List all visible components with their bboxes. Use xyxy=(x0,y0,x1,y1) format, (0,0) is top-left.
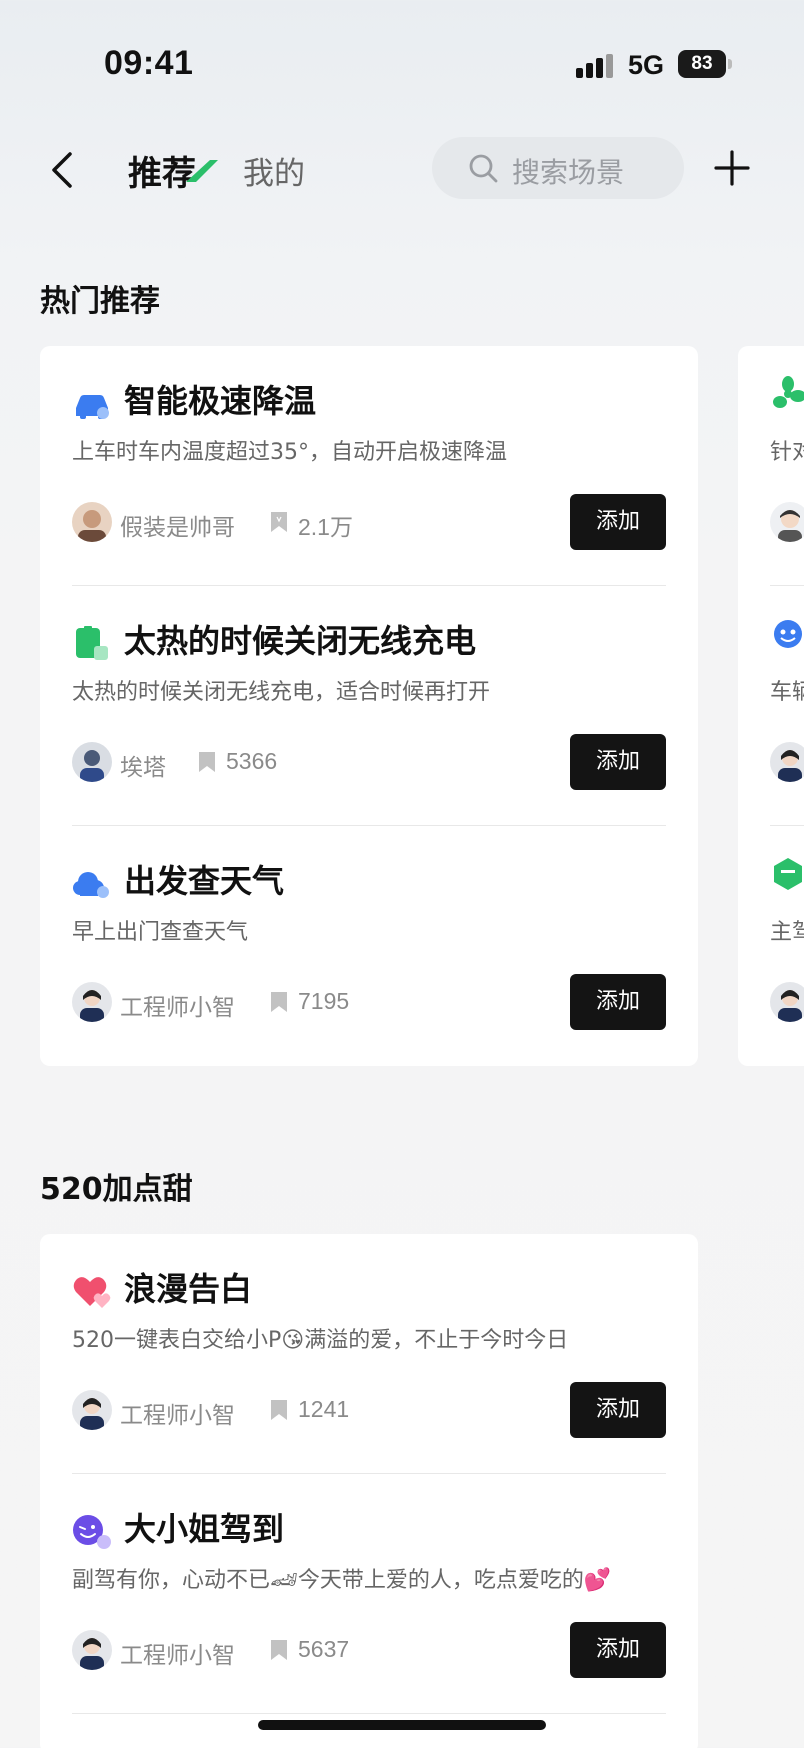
item-title: 太热的时候关闭无线充电 xyxy=(124,622,477,660)
item-title: 大小姐驾到 xyxy=(124,1510,285,1548)
status-time: 09:41 xyxy=(104,44,194,82)
fan-icon xyxy=(773,376,804,408)
bookmark-icon xyxy=(199,752,215,772)
home-indicator[interactable] xyxy=(258,1720,546,1730)
item-desc: 早上出门查查天气 xyxy=(72,920,249,945)
weather-icon xyxy=(73,872,109,898)
add-button[interactable]: 添加 xyxy=(570,494,666,550)
add-button[interactable]: 添加 xyxy=(570,1622,666,1678)
bookmark-count: 7195 xyxy=(298,988,350,1014)
cellular-signal-icon xyxy=(576,54,613,78)
author-name: 工程师小智 xyxy=(120,995,235,1021)
list-item[interactable]: 太热的时候关闭无线充电 太热的时候关闭无线充电，适合时候再打开 埃塔 5366 … xyxy=(72,586,666,826)
search-placeholder: 搜索场景 xyxy=(512,156,625,189)
avatar xyxy=(770,982,804,1022)
item-desc: 副驾有你，心动不已🏎今天带上爱的人，吃点爱吃的💕 xyxy=(72,1568,612,1593)
robot-icon xyxy=(774,620,802,648)
tab-active-indicator xyxy=(186,160,218,182)
bookmark-icon xyxy=(271,1640,287,1660)
back-icon[interactable] xyxy=(48,150,78,190)
wink-face-icon xyxy=(73,1515,111,1549)
list-item[interactable]: 出发查天气 早上出门查查天气 工程师小智 7195 添加 xyxy=(72,826,666,1066)
wireless-charge-icon xyxy=(76,626,108,660)
avatar xyxy=(72,1630,112,1670)
search-icon xyxy=(469,154,498,183)
add-button[interactable]: 添加 xyxy=(570,1382,666,1438)
battery-icon: 83 xyxy=(678,50,732,80)
item-title: 浪漫告白 xyxy=(124,1270,253,1308)
list-item[interactable]: 智能极速降温 上车时车内温度超过35°，自动开启极速降温 假装是帅哥 2.1万 … xyxy=(72,346,666,586)
next-card-preview[interactable]: 针对 车辆 主驾 xyxy=(738,346,804,1066)
bookmark-count: 1241 xyxy=(298,1396,350,1422)
battery-level: 83 xyxy=(678,50,726,78)
avatar xyxy=(72,982,112,1022)
hearts-icon xyxy=(73,1277,111,1308)
author-name: 工程师小智 xyxy=(120,1643,235,1669)
bookmark-count: 5366 xyxy=(226,748,278,774)
item-desc: 太热的时候关闭无线充电，适合时候再打开 xyxy=(72,680,491,705)
item-title: 出发查天气 xyxy=(124,862,285,900)
bookmark-icon xyxy=(271,992,287,1012)
tab-mine[interactable]: 我的 xyxy=(243,148,305,193)
item-desc: 520一键表白交给小P😘满溢的爱，不止于今时今日 xyxy=(72,1328,569,1353)
section-title-520: 520加点甜 xyxy=(40,1172,193,1207)
author-name: 埃塔 xyxy=(120,755,166,781)
seat-icon xyxy=(774,858,802,890)
bookmark-count: 5637 xyxy=(298,1636,350,1662)
list-item[interactable]: 浪漫告白 520一键表白交给小P😘满溢的爱，不止于今时今日 工程师小智 1241… xyxy=(72,1234,666,1474)
item-desc: 上车时车内温度超过35°，自动开启极速降温 xyxy=(72,440,507,465)
avatar xyxy=(72,742,112,782)
preview-desc: 车辆 xyxy=(770,680,804,705)
author-name: 假装是帅哥 xyxy=(120,515,235,541)
list-item[interactable]: 大小姐驾到 副驾有你，心动不已🏎今天带上爱的人，吃点爱吃的💕 工程师小智 563… xyxy=(72,1474,666,1714)
bookmark-count: 2.1万 xyxy=(298,514,353,540)
item-title: 智能极速降温 xyxy=(124,382,317,420)
section-title-hot: 热门推荐 xyxy=(40,284,160,319)
avatar xyxy=(770,742,804,782)
add-icon[interactable] xyxy=(714,150,750,186)
preview-desc: 针对 xyxy=(770,440,804,465)
car-ac-icon xyxy=(76,395,109,419)
avatar xyxy=(72,502,112,542)
sweet-card: 浪漫告白 520一键表白交给小P😘满溢的爱，不止于今时今日 工程师小智 1241… xyxy=(40,1234,698,1748)
search-input[interactable]: 搜索场景 xyxy=(432,137,684,199)
add-button[interactable]: 添加 xyxy=(570,734,666,790)
divider xyxy=(72,1713,666,1714)
add-button[interactable]: 添加 xyxy=(570,974,666,1030)
bookmark-icon xyxy=(271,1400,287,1420)
bookmark-icon xyxy=(271,512,287,532)
author-name: 工程师小智 xyxy=(120,1403,235,1429)
hot-card: 智能极速降温 上车时车内温度超过35°，自动开启极速降温 假装是帅哥 2.1万 … xyxy=(40,346,698,1066)
avatar xyxy=(770,502,804,542)
avatar xyxy=(72,1390,112,1430)
network-label: 5G xyxy=(628,50,665,80)
preview-desc: 主驾 xyxy=(770,920,804,945)
